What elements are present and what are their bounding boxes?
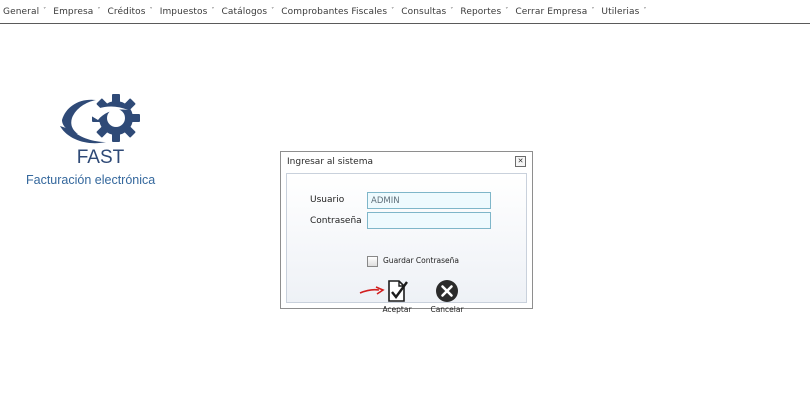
menu-label: General: [3, 6, 40, 17]
password-label: Contraseña: [310, 216, 362, 226]
dialog-titlebar: Ingresar al sistema ✕: [281, 152, 532, 171]
menu-utilerias[interactable]: Utilerias ˅: [601, 7, 646, 17]
chevron-down-icon: ˅: [505, 7, 509, 14]
menu-cerrar-empresa[interactable]: Cerrar Empresa ˅: [515, 7, 594, 17]
menu-label: Reportes: [460, 6, 502, 17]
menu-general[interactable]: General ˅: [3, 7, 46, 17]
login-dialog: Ingresar al sistema ✕ Usuario Contraseña…: [280, 151, 533, 314]
logo-name: FAST: [76, 147, 125, 168]
accept-label: Aceptar: [382, 305, 412, 314]
cancel-label: Cancelar: [430, 305, 464, 314]
remember-password-label: Guardar Contraseña: [383, 256, 460, 265]
close-circle-icon: [436, 280, 458, 302]
menu-label: Comprobantes Fiscales: [281, 6, 388, 17]
chevron-down-icon: ˅: [211, 7, 215, 14]
menu-impuestos[interactable]: Impuestos ˅: [160, 7, 215, 17]
chevron-down-icon: ˅: [450, 7, 454, 14]
dialog-title: Ingresar al sistema: [287, 156, 373, 167]
remember-password-checkbox[interactable]: [367, 256, 378, 267]
close-icon[interactable]: ✕: [515, 156, 526, 167]
cancel-button[interactable]: Cancelar: [427, 278, 467, 318]
chevron-down-icon: ˅: [97, 7, 101, 14]
logo-tagline: Facturación electrónica: [26, 173, 156, 187]
menu-empresa[interactable]: Empresa ˅: [53, 7, 100, 17]
password-input[interactable]: [367, 212, 491, 229]
menu-catalogos[interactable]: Catálogos ˅: [222, 7, 275, 17]
menu-label: Utilerias: [601, 6, 640, 17]
chevron-down-icon: ˅: [271, 7, 275, 14]
menu-label: Empresa: [53, 6, 94, 17]
login-form: Usuario Contraseña Guardar Contraseña Ac…: [286, 173, 527, 314]
menu-comprobantes-fiscales[interactable]: Comprobantes Fiscales ˅: [281, 7, 394, 17]
menu-label: Cerrar Empresa: [515, 6, 588, 17]
menu-label: Catálogos: [221, 6, 268, 17]
gear-logo-icon: [60, 94, 140, 144]
chevron-down-icon: ˅: [591, 7, 595, 14]
menu-consultas[interactable]: Consultas ˅: [401, 7, 453, 17]
user-label: Usuario: [310, 195, 345, 205]
chevron-down-icon: ˅: [391, 7, 395, 14]
company-logo: FAST Facturación electrónica: [24, 92, 194, 192]
document-check-icon: [388, 280, 408, 302]
user-input[interactable]: [367, 192, 491, 209]
menu-label: Consultas: [401, 6, 447, 17]
menu-creditos[interactable]: Créditos ˅: [108, 7, 153, 17]
menu-label: Créditos: [107, 6, 146, 17]
menu-reportes[interactable]: Reportes ˅: [460, 7, 508, 17]
chevron-down-icon: ˅: [149, 7, 153, 14]
main-menu-bar: General ˅ Empresa ˅ Créditos ˅ Impuestos ˅ C…: [0, 0, 810, 24]
chevron-down-icon: ˅: [43, 7, 47, 14]
menu-label: Impuestos: [159, 6, 208, 17]
accept-button[interactable]: Aceptar: [377, 278, 417, 318]
chevron-down-icon: ˅: [643, 7, 647, 14]
